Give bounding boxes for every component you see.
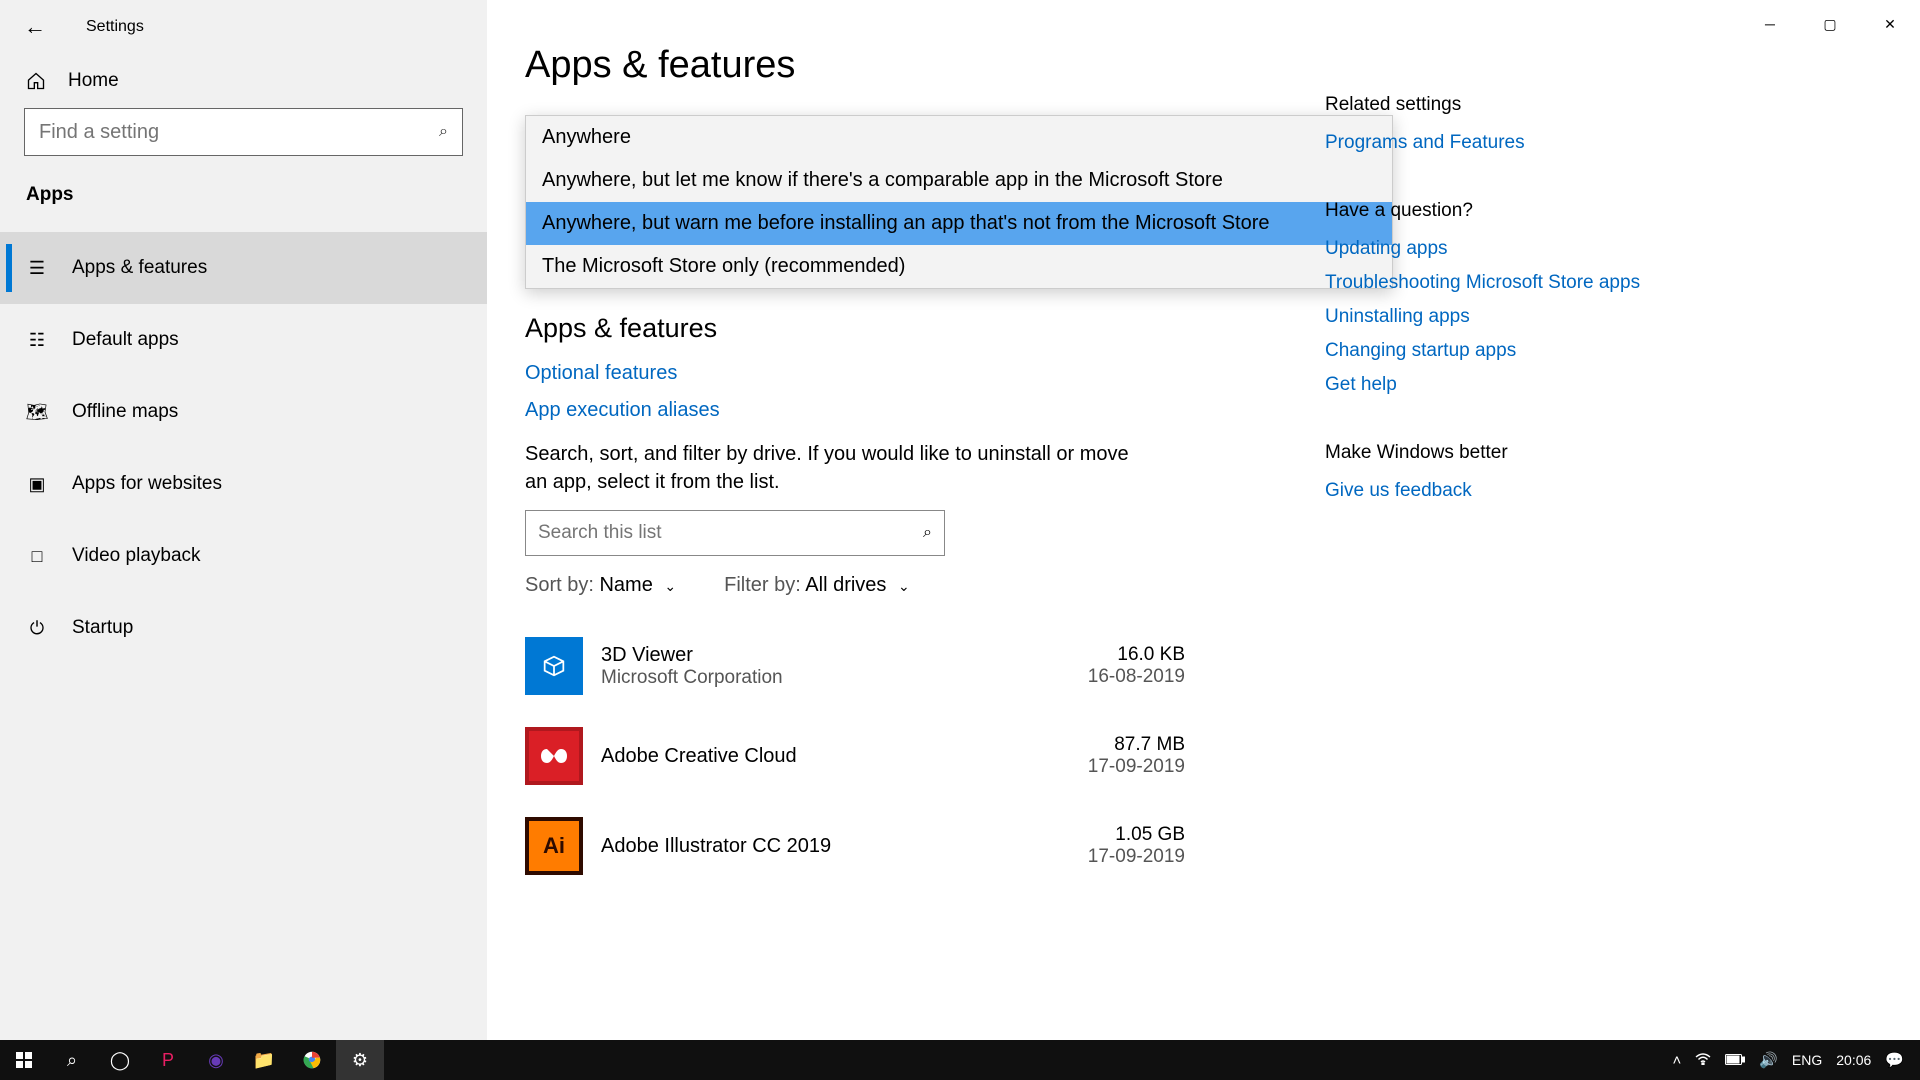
related-link[interactable]: Programs and Features [1325,132,1665,154]
settings-search[interactable]: ⌕ [24,108,463,156]
minimize-button[interactable]: ─ [1740,4,1800,44]
volume-icon[interactable]: 🔊 [1759,1051,1778,1069]
app-publisher: Microsoft Corporation [601,667,1088,689]
section-subtitle: Apps & features [525,313,1205,344]
chevron-down-icon: ⌄ [664,578,676,594]
apps-description: Search, sort, and filter by drive. If yo… [525,440,1145,496]
taskbar-language[interactable]: ENG [1792,1052,1822,1068]
install-source-dropdown[interactable]: Anywhere Anywhere, but let me know if th… [525,115,1393,289]
chevron-down-icon: ⌄ [898,578,910,594]
taskbar-app[interactable]: P [144,1040,192,1080]
help-link[interactable]: Updating apps [1325,238,1665,260]
file-explorer-icon[interactable]: 📁 [240,1040,288,1080]
maximize-button[interactable]: ▢ [1800,4,1860,44]
close-button[interactable]: ✕ [1860,4,1920,44]
app-date: 17-09-2019 [1088,756,1185,778]
question-title: Have a question? [1325,200,1665,222]
sidebar-item-label: Offline maps [72,401,178,423]
battery-icon[interactable] [1725,1052,1745,1069]
settings-search-input[interactable] [39,121,439,144]
settings-taskbar-icon[interactable]: ⚙ [336,1040,384,1080]
dropdown-option-selected[interactable]: Anywhere, but warn me before installing … [526,202,1392,245]
optional-features-link[interactable]: Optional features [525,362,1205,385]
wifi-icon[interactable] [1695,1052,1711,1069]
taskbar-search-icon[interactable]: ⌕ [48,1040,96,1080]
page-title: Apps & features [525,44,1205,87]
app-row[interactable]: 3D Viewer Microsoft Corporation 16.0 KB … [525,621,1185,711]
app-row[interactable]: Ai Adobe Illustrator CC 2019 1.05 GB 17-… [525,801,1185,891]
search-icon: ⌕ [439,123,448,141]
app-date: 17-09-2019 [1088,846,1185,868]
apps-search-input[interactable] [538,522,923,544]
sidebar-item-label: Video playback [72,545,201,567]
help-link[interactable]: Troubleshooting Microsoft Store apps [1325,272,1665,294]
filter-by[interactable]: Filter by: All drives ⌄ [724,574,910,597]
notifications-icon[interactable]: 💬 [1885,1051,1904,1069]
sidebar-item-startup[interactable]: ⏻ Startup [0,592,487,664]
app-date: 16-08-2019 [1088,666,1185,688]
back-icon[interactable]: ← [24,14,46,40]
related-settings-title: Related settings [1325,94,1665,116]
help-link[interactable]: Get help [1325,374,1665,396]
websites-icon: ▣ [26,473,48,495]
start-button[interactable] [0,1040,48,1080]
main-content: Apps & features Anywhere Anywhere, but l… [525,44,1205,1040]
app-name: 3D Viewer [601,644,1088,667]
app-name: Adobe Creative Cloud [601,745,1088,768]
sidebar-item-apps-features[interactable]: ☰ Apps & features [0,232,487,304]
taskbar: ⌕ ◯ P ◉ 📁 ⚙ ˄ 🔊 ENG 20:06 💬 [0,1040,1920,1080]
feedback-title: Make Windows better [1325,442,1665,464]
apps-search[interactable]: ⌕ [525,510,945,556]
home-icon [26,71,46,91]
sidebar-item-label: Default apps [72,329,179,351]
taskbar-clock[interactable]: 20:06 [1836,1052,1871,1068]
sidebar-item-default-apps[interactable]: ☷ Default apps [0,304,487,376]
sidebar-item-offline-maps[interactable]: 🗺 Offline maps [0,376,487,448]
search-icon: ⌕ [923,524,932,542]
app-row[interactable]: Adobe Creative Cloud 87.7 MB 17-09-2019 [525,711,1185,801]
app-icon [525,727,583,785]
sort-by[interactable]: Sort by: Name ⌄ [525,574,676,597]
sidebar-item-label: Startup [72,617,133,639]
help-link[interactable]: Changing startup apps [1325,340,1665,362]
feedback-link[interactable]: Give us feedback [1325,480,1665,502]
chrome-icon[interactable] [288,1040,336,1080]
sidebar-item-video-playback[interactable]: □ Video playback [0,520,487,592]
window-title: Settings [86,18,144,36]
home-label: Home [68,70,119,92]
video-icon: □ [26,545,48,567]
home-link[interactable]: Home [0,46,487,108]
sidebar-section-title: Apps [0,176,487,226]
app-execution-aliases-link[interactable]: App execution aliases [525,399,1205,422]
dropdown-option[interactable]: The Microsoft Store only (recommended) [526,245,1392,288]
sidebar-item-label: Apps & features [72,257,207,279]
defaults-icon: ☷ [26,329,48,351]
app-size: 1.05 GB [1088,824,1185,846]
app-size: 16.0 KB [1088,644,1185,666]
dropdown-option[interactable]: Anywhere, but let me know if there's a c… [526,159,1392,202]
taskbar-app[interactable]: ◉ [192,1040,240,1080]
map-icon: 🗺 [26,401,48,423]
startup-icon: ⏻ [26,617,48,639]
dropdown-option[interactable]: Anywhere [526,116,1392,159]
app-size: 87.7 MB [1088,734,1185,756]
app-name: Adobe Illustrator CC 2019 [601,835,1088,858]
help-link[interactable]: Uninstalling apps [1325,306,1665,328]
sidebar: ← Settings Home ⌕ Apps ☰ Apps & features… [0,0,487,1040]
list-icon: ☰ [26,257,48,279]
sidebar-item-apps-for-websites[interactable]: ▣ Apps for websites [0,448,487,520]
tray-chevron-icon[interactable]: ˄ [1672,1052,1681,1069]
right-panel: Related settings Programs and Features H… [1325,44,1665,1040]
sidebar-item-label: Apps for websites [72,473,222,495]
app-icon: Ai [525,817,583,875]
cortana-icon[interactable]: ◯ [96,1040,144,1080]
app-icon [525,637,583,695]
